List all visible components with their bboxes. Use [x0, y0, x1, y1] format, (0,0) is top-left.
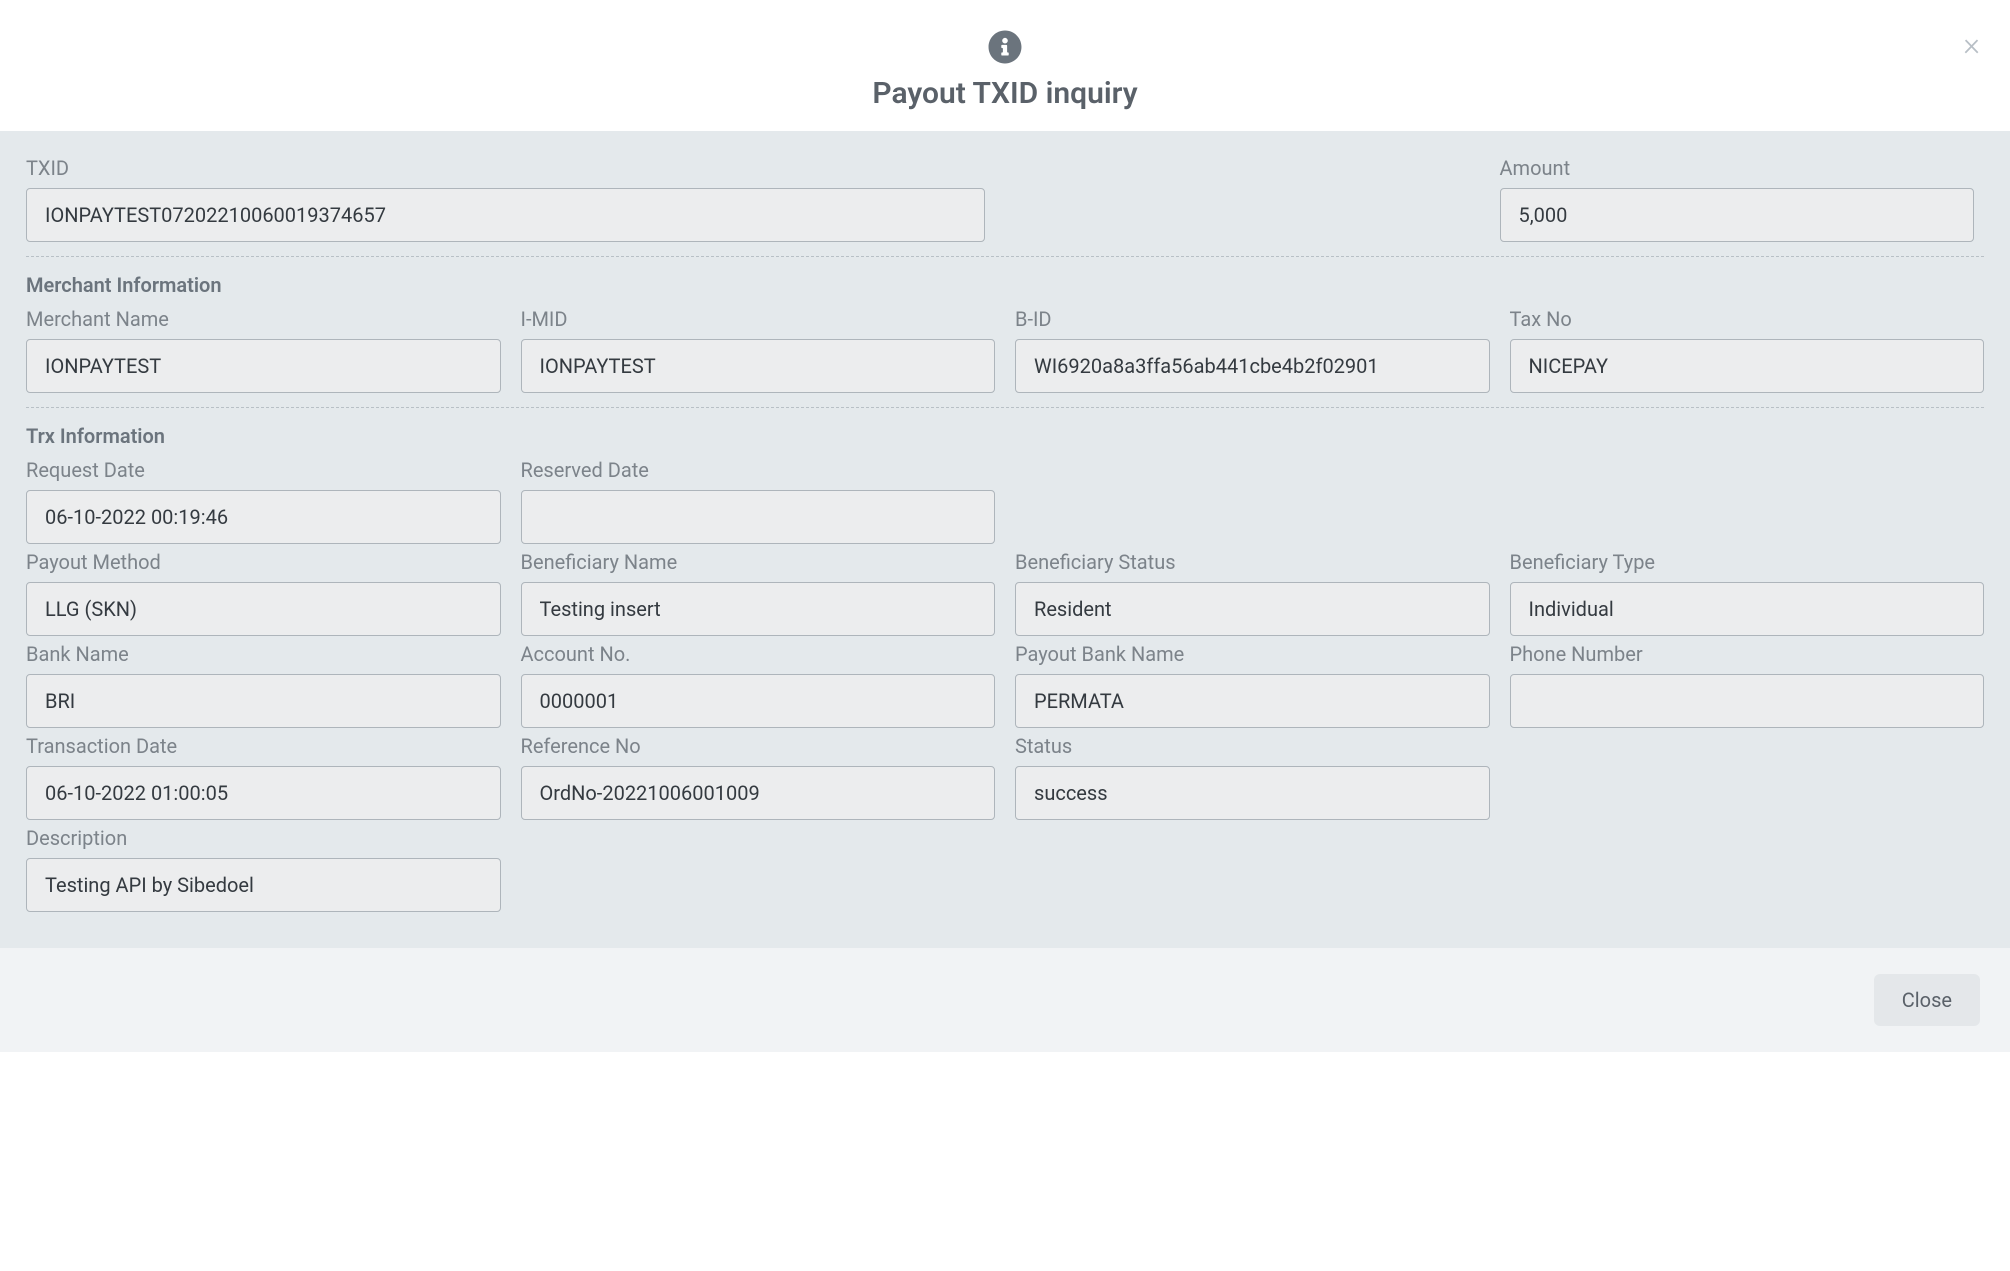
merchant-info-title: Merchant Information — [26, 273, 1984, 297]
txid-label: TXID — [26, 156, 985, 180]
payout-method-field-group: Payout Method — [26, 550, 501, 636]
account-no-field-group: Account No. — [521, 642, 996, 728]
payout-method-input[interactable] — [26, 582, 501, 636]
divider — [26, 407, 1984, 408]
imid-label: I-MID — [521, 307, 996, 331]
trx-info-title: Trx Information — [26, 424, 1984, 448]
close-button[interactable]: Close — [1874, 974, 1980, 1026]
account-no-input[interactable] — [521, 674, 996, 728]
taxno-label: Tax No — [1510, 307, 1985, 331]
modal-footer: Close — [0, 948, 2010, 1052]
beneficiary-status-input[interactable] — [1015, 582, 1490, 636]
request-date-field-group: Request Date — [26, 458, 501, 544]
bid-field-group: B-ID — [1015, 307, 1490, 393]
transaction-date-input[interactable] — [26, 766, 501, 820]
payout-method-label: Payout Method — [26, 550, 501, 574]
beneficiary-name-input[interactable] — [521, 582, 996, 636]
status-field-group: Status — [1015, 734, 1490, 820]
row-merchant: Merchant Name I-MID B-ID Tax No — [26, 307, 1984, 393]
row-trx-5: Description — [26, 826, 1984, 912]
description-label: Description — [26, 826, 501, 850]
txid-field-group: TXID — [26, 156, 985, 242]
beneficiary-name-label: Beneficiary Name — [521, 550, 996, 574]
phone-number-label: Phone Number — [1510, 642, 1985, 666]
info-icon — [988, 30, 1022, 64]
beneficiary-type-field-group: Beneficiary Type — [1510, 550, 1985, 636]
row-trx-4: Transaction Date Reference No Status — [26, 734, 1984, 820]
imid-input[interactable] — [521, 339, 996, 393]
reference-no-input[interactable] — [521, 766, 996, 820]
merchant-name-field-group: Merchant Name — [26, 307, 501, 393]
payout-bank-name-input[interactable] — [1015, 674, 1490, 728]
status-label: Status — [1015, 734, 1490, 758]
beneficiary-status-field-group: Beneficiary Status — [1015, 550, 1490, 636]
divider — [26, 256, 1984, 257]
taxno-field-group: Tax No — [1510, 307, 1985, 393]
request-date-label: Request Date — [26, 458, 501, 482]
modal-title: Payout TXID inquiry — [20, 76, 1990, 111]
payout-txid-inquiry-modal: × Payout TXID inquiry TXID Amount Mercha… — [0, 0, 2010, 1052]
row-trx-2: Payout Method Beneficiary Name Beneficia… — [26, 550, 1984, 636]
transaction-date-field-group: Transaction Date — [26, 734, 501, 820]
description-input[interactable] — [26, 858, 501, 912]
phone-number-field-group: Phone Number — [1510, 642, 1985, 728]
bank-name-field-group: Bank Name — [26, 642, 501, 728]
amount-input[interactable] — [1500, 188, 1975, 242]
reserved-date-field-group: Reserved Date — [521, 458, 996, 544]
modal-body: TXID Amount Merchant Information Merchan… — [0, 131, 2010, 948]
bid-input[interactable] — [1015, 339, 1490, 393]
txid-input[interactable] — [26, 188, 985, 242]
beneficiary-status-label: Beneficiary Status — [1015, 550, 1490, 574]
row-trx-3: Bank Name Account No. Payout Bank Name P… — [26, 642, 1984, 728]
account-no-label: Account No. — [521, 642, 996, 666]
payout-bank-name-label: Payout Bank Name — [1015, 642, 1490, 666]
phone-number-input[interactable] — [1510, 674, 1985, 728]
amount-field-group: Amount — [1500, 156, 1975, 242]
row-trx-1: Request Date Reserved Date — [26, 458, 1984, 544]
reserved-date-label: Reserved Date — [521, 458, 996, 482]
bank-name-label: Bank Name — [26, 642, 501, 666]
bank-name-input[interactable] — [26, 674, 501, 728]
beneficiary-name-field-group: Beneficiary Name — [521, 550, 996, 636]
reserved-date-input[interactable] — [521, 490, 996, 544]
merchant-name-input[interactable] — [26, 339, 501, 393]
description-field-group: Description — [26, 826, 501, 912]
status-input[interactable] — [1015, 766, 1490, 820]
beneficiary-type-input[interactable] — [1510, 582, 1985, 636]
reference-no-label: Reference No — [521, 734, 996, 758]
beneficiary-type-label: Beneficiary Type — [1510, 550, 1985, 574]
close-icon[interactable]: × — [1963, 28, 1980, 60]
row-txid-amount: TXID Amount — [26, 156, 1984, 242]
taxno-input[interactable] — [1510, 339, 1985, 393]
amount-label: Amount — [1500, 156, 1975, 180]
transaction-date-label: Transaction Date — [26, 734, 501, 758]
request-date-input[interactable] — [26, 490, 501, 544]
payout-bank-name-field-group: Payout Bank Name — [1015, 642, 1490, 728]
bid-label: B-ID — [1015, 307, 1490, 331]
reference-no-field-group: Reference No — [521, 734, 996, 820]
imid-field-group: I-MID — [521, 307, 996, 393]
modal-header: × Payout TXID inquiry — [0, 0, 2010, 131]
merchant-name-label: Merchant Name — [26, 307, 501, 331]
